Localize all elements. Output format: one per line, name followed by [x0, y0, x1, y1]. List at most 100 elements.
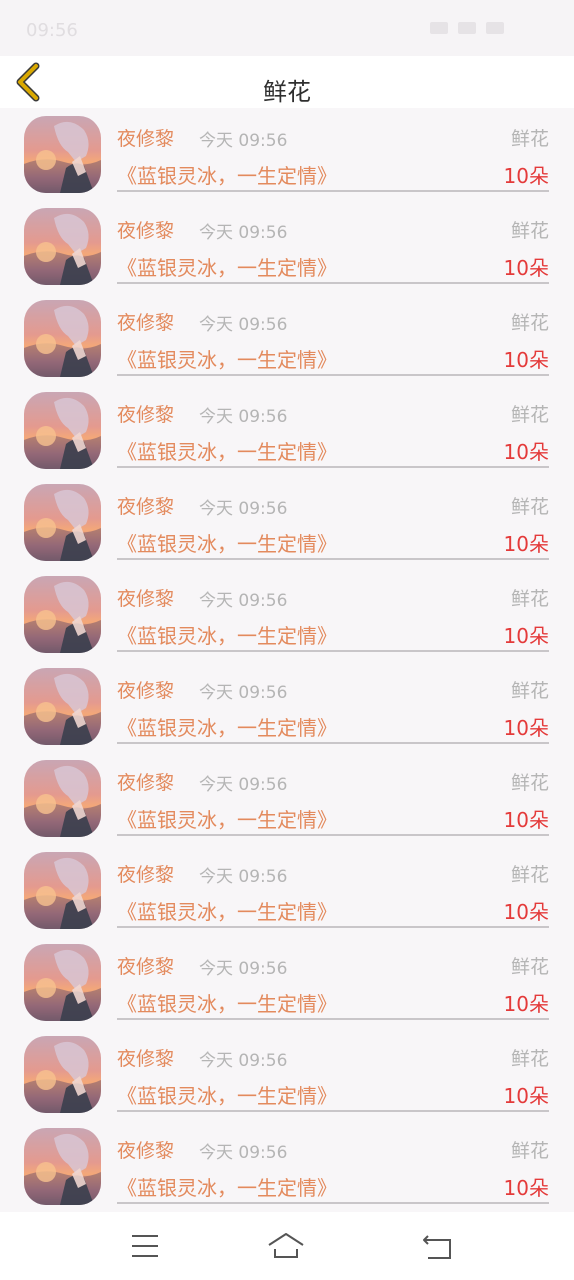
timestamp: 今天 09:56 [199, 591, 288, 611]
sender-name: 夜修黎 [117, 772, 175, 794]
gift-message: 《蓝银灵冰，一生定情》 [117, 992, 337, 1016]
divider [117, 742, 549, 744]
timestamp: 今天 09:56 [199, 499, 288, 519]
gift-type: 鲜花 [510, 956, 549, 978]
gift-type: 鲜花 [510, 772, 549, 794]
list-item[interactable]: 夜修黎 今天 09:56 鲜花 《蓝银灵冰，一生定情》 10朵 [0, 108, 574, 200]
gift-message: 《蓝银灵冰，一生定情》 [117, 1084, 337, 1108]
gift-message: 《蓝银灵冰，一生定情》 [117, 716, 337, 740]
timestamp: 今天 09:56 [199, 867, 288, 887]
avatar-image [24, 857, 101, 929]
gift-message: 《蓝银灵冰，一生定情》 [117, 900, 337, 924]
gift-message: 《蓝银灵冰，一生定情》 [117, 808, 337, 832]
gift-count: 10朵 [503, 624, 549, 648]
list-item[interactable]: 夜修黎 今天 09:56 鲜花 《蓝银灵冰，一生定情》 10朵 [0, 476, 574, 568]
status-time: 09:56 [26, 20, 78, 41]
avatar-image [24, 1133, 101, 1205]
divider [117, 926, 549, 928]
avatar[interactable] [24, 1128, 101, 1205]
gift-type: 鲜花 [510, 128, 549, 150]
avatar[interactable] [24, 668, 101, 745]
gift-count: 10朵 [503, 532, 549, 556]
gift-type: 鲜花 [510, 1140, 549, 1162]
return-button[interactable] [418, 1228, 458, 1264]
page-title: 鲜花 [263, 78, 311, 106]
avatar[interactable] [24, 576, 101, 653]
timestamp: 今天 09:56 [199, 407, 288, 427]
avatar[interactable] [24, 116, 101, 193]
return-icon [423, 1235, 451, 1259]
system-nav-bar [0, 1212, 574, 1280]
menu-icon [132, 1235, 158, 1257]
sender-name: 夜修黎 [117, 864, 175, 886]
wifi-icon [458, 22, 476, 34]
gift-count: 10朵 [503, 256, 549, 280]
avatar[interactable] [24, 208, 101, 285]
list-item[interactable]: 夜修黎 今天 09:56 鲜花 《蓝银灵冰，一生定情》 10朵 [0, 1120, 574, 1212]
sender-name: 夜修黎 [117, 956, 175, 978]
divider [117, 650, 549, 652]
gift-type: 鲜花 [510, 496, 549, 518]
divider [117, 834, 549, 836]
gift-count: 10朵 [503, 992, 549, 1016]
timestamp: 今天 09:56 [199, 223, 288, 243]
avatar-image [24, 765, 101, 837]
avatar[interactable] [24, 760, 101, 837]
menu-button[interactable] [124, 1228, 164, 1264]
list-item[interactable]: 夜修黎 今天 09:56 鲜花 《蓝银灵冰，一生定情》 10朵 [0, 1028, 574, 1120]
gift-message: 《蓝银灵冰，一生定情》 [117, 440, 337, 464]
sender-name: 夜修黎 [117, 1140, 175, 1162]
timestamp: 今天 09:56 [199, 683, 288, 703]
avatar-image [24, 213, 101, 285]
gift-message: 《蓝银灵冰，一生定情》 [117, 1176, 337, 1200]
sender-name: 夜修黎 [117, 404, 175, 426]
divider [117, 282, 549, 284]
list-item[interactable]: 夜修黎 今天 09:56 鲜花 《蓝银灵冰，一生定情》 10朵 [0, 292, 574, 384]
gift-count: 10朵 [503, 164, 549, 188]
signal-icon [430, 22, 448, 34]
home-icon [268, 1233, 304, 1258]
avatar-image [24, 1041, 101, 1113]
avatar[interactable] [24, 392, 101, 469]
gift-count: 10朵 [503, 716, 549, 740]
home-button[interactable] [266, 1228, 306, 1264]
avatar[interactable] [24, 300, 101, 377]
gift-message: 《蓝银灵冰，一生定情》 [117, 348, 337, 372]
avatar[interactable] [24, 1036, 101, 1113]
gift-type: 鲜花 [510, 404, 549, 426]
gift-count: 10朵 [503, 348, 549, 372]
list-item[interactable]: 夜修黎 今天 09:56 鲜花 《蓝银灵冰，一生定情》 10朵 [0, 568, 574, 660]
timestamp: 今天 09:56 [199, 775, 288, 795]
gift-count: 10朵 [503, 1176, 549, 1200]
list-item[interactable]: 夜修黎 今天 09:56 鲜花 《蓝银灵冰，一生定情》 10朵 [0, 844, 574, 936]
gift-count: 10朵 [503, 1084, 549, 1108]
divider [117, 1202, 549, 1204]
avatar-image [24, 949, 101, 1021]
avatar-image [24, 397, 101, 469]
gift-list[interactable]: 夜修黎 今天 09:56 鲜花 《蓝银灵冰，一生定情》 10朵 夜修黎 今天 0… [0, 108, 574, 1212]
avatar-image [24, 489, 101, 561]
gift-type: 鲜花 [510, 680, 549, 702]
avatar-image [24, 581, 101, 653]
avatar[interactable] [24, 852, 101, 929]
list-item[interactable]: 夜修黎 今天 09:56 鲜花 《蓝银灵冰，一生定情》 10朵 [0, 200, 574, 292]
timestamp: 今天 09:56 [199, 315, 288, 335]
avatar[interactable] [24, 944, 101, 1021]
sender-name: 夜修黎 [117, 1048, 175, 1070]
list-item[interactable]: 夜修黎 今天 09:56 鲜花 《蓝银灵冰，一生定情》 10朵 [0, 660, 574, 752]
gift-count: 10朵 [503, 900, 549, 924]
list-item[interactable]: 夜修黎 今天 09:56 鲜花 《蓝银灵冰，一生定情》 10朵 [0, 384, 574, 476]
gift-type: 鲜花 [510, 864, 549, 886]
timestamp: 今天 09:56 [199, 131, 288, 151]
sender-name: 夜修黎 [117, 128, 175, 150]
timestamp: 今天 09:56 [199, 959, 288, 979]
avatar[interactable] [24, 484, 101, 561]
gift-count: 10朵 [503, 440, 549, 464]
list-item[interactable]: 夜修黎 今天 09:56 鲜花 《蓝银灵冰，一生定情》 10朵 [0, 936, 574, 1028]
timestamp: 今天 09:56 [199, 1143, 288, 1163]
avatar-image [24, 673, 101, 745]
divider [117, 190, 549, 192]
list-item[interactable]: 夜修黎 今天 09:56 鲜花 《蓝银灵冰，一生定情》 10朵 [0, 752, 574, 844]
gift-type: 鲜花 [510, 312, 549, 334]
sender-name: 夜修黎 [117, 680, 175, 702]
